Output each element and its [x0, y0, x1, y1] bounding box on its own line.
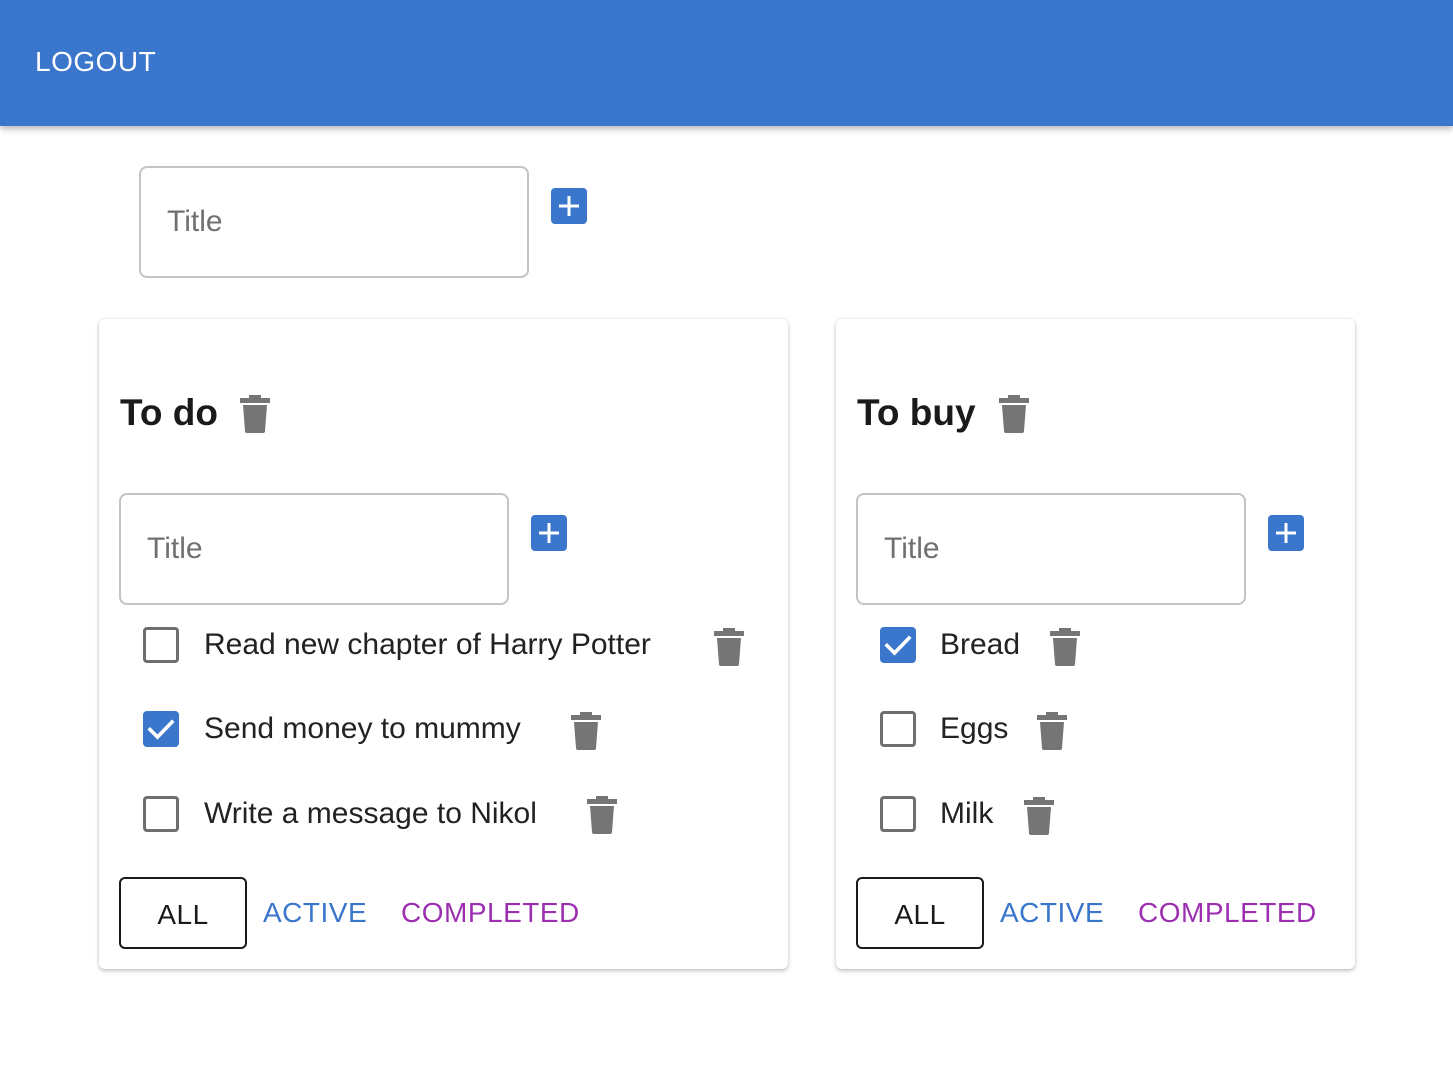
delete-task-button[interactable]: [571, 712, 601, 750]
task-checkbox-checked[interactable]: [880, 627, 916, 663]
plus-icon: [539, 523, 559, 543]
new-list-title-input[interactable]: [139, 166, 529, 278]
trash-icon: [240, 395, 270, 433]
filter-all-button[interactable]: ALL: [856, 877, 984, 949]
task-item: Bread: [880, 627, 1140, 667]
task-label: Eggs: [940, 712, 1009, 745]
task-label: Bread: [940, 628, 1021, 661]
delete-task-button[interactable]: [1050, 628, 1080, 666]
filter-active-button[interactable]: ACTIVE: [263, 877, 367, 949]
add-task-button[interactable]: [1268, 515, 1304, 551]
checkmark-icon: [147, 719, 175, 740]
trash-icon: [587, 796, 617, 834]
add-list-button[interactable]: [551, 188, 587, 224]
task-label: Read new chapter of Harry Potter: [204, 628, 651, 661]
add-task-button[interactable]: [531, 515, 567, 551]
logout-button[interactable]: LOGOUT: [35, 45, 156, 79]
task-item: Milk: [880, 796, 1140, 836]
task-label: Milk: [940, 797, 994, 830]
trash-icon: [1037, 712, 1067, 750]
trash-icon: [714, 628, 744, 666]
trash-icon: [571, 712, 601, 750]
task-label: Send money to mummy: [204, 712, 521, 745]
app-bar: LOGOUT: [0, 0, 1453, 126]
list-title: To buy: [857, 392, 976, 433]
task-item: Write a message to Nikol: [143, 796, 623, 836]
filter-active-button[interactable]: ACTIVE: [1000, 877, 1104, 949]
plus-icon: [559, 196, 579, 216]
filter-completed-button[interactable]: COMPLETED: [1138, 877, 1317, 949]
trash-icon: [999, 395, 1029, 433]
task-label: Write a message to Nikol: [204, 797, 537, 830]
task-checkbox-checked[interactable]: [143, 711, 179, 747]
delete-task-button[interactable]: [714, 628, 744, 666]
checkmark-icon: [884, 635, 912, 656]
filter-all-button[interactable]: ALL: [119, 877, 247, 949]
task-checkbox[interactable]: [143, 796, 179, 832]
delete-task-button[interactable]: [1037, 712, 1067, 750]
task-checkbox[interactable]: [880, 711, 916, 747]
task-item: Read new chapter of Harry Potter: [143, 627, 753, 667]
filter-completed-button[interactable]: COMPLETED: [401, 877, 580, 949]
delete-task-button[interactable]: [587, 796, 617, 834]
task-checkbox[interactable]: [143, 627, 179, 663]
new-task-title-input[interactable]: [119, 493, 509, 605]
delete-list-button[interactable]: [240, 395, 270, 433]
trash-icon: [1050, 628, 1080, 666]
task-item: Send money to mummy: [143, 711, 603, 751]
trash-icon: [1024, 797, 1054, 835]
plus-icon: [1276, 523, 1296, 543]
new-task-title-input[interactable]: [856, 493, 1246, 605]
delete-list-button[interactable]: [999, 395, 1029, 433]
task-checkbox[interactable]: [880, 796, 916, 832]
delete-task-button[interactable]: [1024, 797, 1054, 835]
task-item: Eggs: [880, 711, 1140, 751]
todolist-card-to-buy: To buy Bread Eg: [836, 319, 1355, 969]
list-title: To do: [120, 392, 218, 433]
todolist-card-to-do: To do Read new chapter of Harry Potter: [99, 319, 788, 969]
